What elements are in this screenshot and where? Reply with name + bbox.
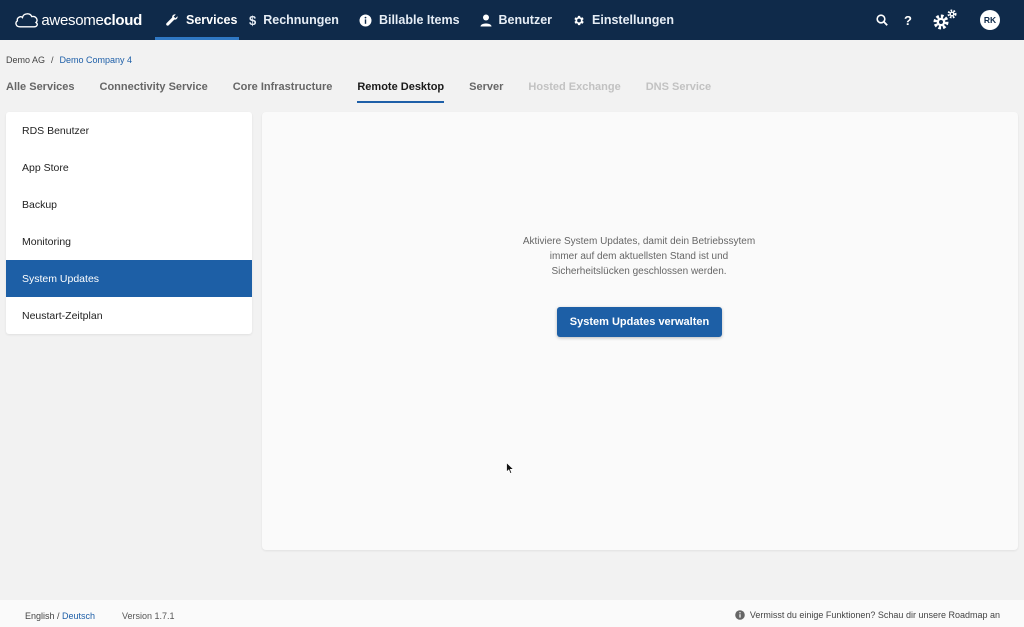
mouse-cursor-icon — [506, 462, 515, 475]
avatar[interactable]: RK — [980, 10, 1000, 30]
side-item-backup[interactable]: Backup — [6, 186, 252, 223]
tab-server[interactable]: Server — [469, 79, 503, 103]
side-menu: RDS Benutzer App Store Backup Monitoring… — [6, 112, 252, 334]
nav-einstellungen-label: Einstellungen — [592, 13, 674, 27]
help-icon[interactable]: ? — [904, 13, 912, 28]
main-nav: Services $ Rechnungen Billable Items Ben… — [150, 0, 684, 40]
info-icon — [735, 610, 745, 620]
side-item-rds-benutzer[interactable]: RDS Benutzer — [6, 112, 252, 149]
breadcrumb-separator: / — [51, 55, 54, 65]
side-item-neustart-zeitplan[interactable]: Neustart-Zeitplan — [6, 297, 252, 334]
nav-services-label: Services — [186, 13, 238, 27]
search-icon[interactable] — [876, 14, 888, 26]
system-updates-message: Aktiviere System Updates, damit dein Bet… — [522, 236, 756, 277]
info-icon — [359, 14, 372, 27]
language-switcher: English / Deutsch — [25, 611, 95, 621]
lang-english[interactable]: English — [25, 611, 55, 621]
top-navbar: awesomecloud Services $ Rechnungen Billa… — [0, 0, 1024, 40]
tab-remote-desktop[interactable]: Remote Desktop — [357, 79, 444, 103]
service-tabs: Alle Services Connectivity Service Core … — [6, 79, 736, 105]
breadcrumb-current[interactable]: Demo Company 4 — [60, 55, 133, 65]
breadcrumb-root[interactable]: Demo AG — [6, 55, 45, 65]
tab-connectivity-service[interactable]: Connectivity Service — [100, 79, 208, 103]
tab-hosted-exchange: Hosted Exchange — [528, 81, 621, 93]
lang-separator: / — [54, 611, 63, 621]
manage-system-updates-button[interactable]: System Updates verwalten — [557, 307, 722, 337]
tab-alle-services[interactable]: Alle Services — [6, 79, 75, 103]
side-item-app-store[interactable]: App Store — [6, 149, 252, 186]
breadcrumb: Demo AG / Demo Company 4 — [6, 55, 132, 65]
version-label: Version 1.7.1 — [122, 611, 175, 621]
lang-deutsch[interactable]: Deutsch — [62, 611, 95, 621]
nav-rechnungen-label: Rechnungen — [263, 13, 339, 27]
nav-services[interactable]: Services — [155, 0, 239, 40]
gear-icon — [572, 14, 585, 27]
nav-billable-label: Billable Items — [378, 13, 460, 27]
top-right-actions: ? RK — [876, 0, 1024, 40]
nav-billable-items[interactable]: Billable Items — [349, 0, 470, 40]
roadmap-hint[interactable]: Vermisst du einige Funktionen? Schau dir… — [735, 610, 1000, 620]
roadmap-text: Vermisst du einige Funktionen? Schau dir… — [749, 610, 1000, 620]
brand-name: awesomecloud — [41, 11, 142, 29]
side-item-system-updates[interactable]: System Updates — [6, 260, 252, 297]
nav-einstellungen[interactable]: Einstellungen — [562, 0, 684, 40]
nav-benutzer-label: Benutzer — [498, 13, 553, 27]
side-item-monitoring[interactable]: Monitoring — [6, 223, 252, 260]
cloud-icon — [15, 13, 38, 28]
footer: English / Deutsch Version 1.7.1 Vermisst… — [0, 600, 1024, 627]
tab-core-infrastructure[interactable]: Core Infrastructure — [233, 79, 333, 103]
tab-dns-service: DNS Service — [645, 81, 712, 93]
user-icon — [480, 14, 492, 27]
dollar-icon: $ — [249, 12, 257, 28]
content-panel: Aktiviere System Updates, damit dein Bet… — [262, 112, 1018, 550]
brand-logo[interactable]: awesomecloud — [14, 0, 142, 40]
nav-rechnungen[interactable]: $ Rechnungen — [239, 0, 349, 40]
admin-gears-icon[interactable] — [932, 9, 958, 31]
wrench-icon — [165, 13, 179, 27]
nav-benutzer[interactable]: Benutzer — [470, 0, 562, 40]
